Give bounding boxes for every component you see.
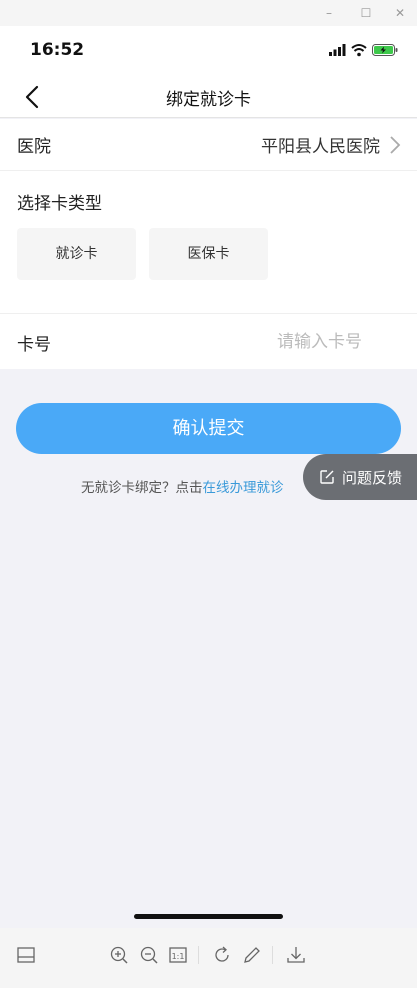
hint-text: 无就诊卡绑定？点击 [81,480,203,496]
toolbar-divider [272,946,273,964]
card-number-row: 卡号 [0,313,417,369]
wifi-icon [351,44,367,57]
panel-layout-icon[interactable] [15,944,37,966]
page-title: 绑定就诊卡 [166,90,251,110]
window-title-bar: – ☐ ✕ [0,0,417,26]
rotate-icon[interactable] [211,944,233,966]
hospital-label: 医院 [17,137,51,157]
status-icons [329,44,398,57]
card-type-label: 选择卡类型 [17,194,102,214]
feedback-label: 问题反馈 [342,469,403,487]
edit-icon [320,470,334,484]
hospital-value: 平阳县人民医院 [261,137,380,157]
card-number-input[interactable] [202,328,362,356]
feedback-button[interactable]: 问题反馈 [303,454,417,500]
pencil-icon[interactable] [241,944,263,966]
close-window-button[interactable]: ✕ [389,4,411,22]
card-number-label: 卡号 [17,335,51,355]
bind-card-form: 医院 平阳县人民医院 选择卡类型 就诊卡 医保卡 卡号 [0,119,417,369]
viewer-toolbar: 1:1 [0,928,417,988]
svg-text:1:1: 1:1 [172,952,185,961]
online-apply-link[interactable]: 在线办理就诊 [203,480,284,496]
zoom-out-icon[interactable] [138,944,160,966]
minimize-button[interactable]: – [318,4,340,22]
toolbar-divider [198,946,199,964]
maximize-button[interactable]: ☐ [355,4,377,22]
hospital-selector[interactable]: 医院 平阳县人民医院 [0,119,417,171]
home-indicator [134,914,283,919]
zoom-in-icon[interactable] [108,944,130,966]
submit-button[interactable]: 确认提交 [16,403,401,454]
no-card-hint: 无就诊卡绑定？点击在线办理就诊 [81,476,284,496]
signal-icon [329,44,346,56]
navigation-bar: 绑定就诊卡 [0,76,417,118]
actual-size-icon[interactable]: 1:1 [167,944,189,966]
chevron-right-icon [390,136,401,154]
card-type-insurance-card[interactable]: 医保卡 [149,228,268,280]
status-bar: 16:52 [0,26,417,76]
battery-icon [372,44,398,56]
download-icon[interactable] [285,944,307,966]
card-type-clinic-card[interactable]: 就诊卡 [17,228,136,280]
status-time: 16:52 [30,40,85,60]
